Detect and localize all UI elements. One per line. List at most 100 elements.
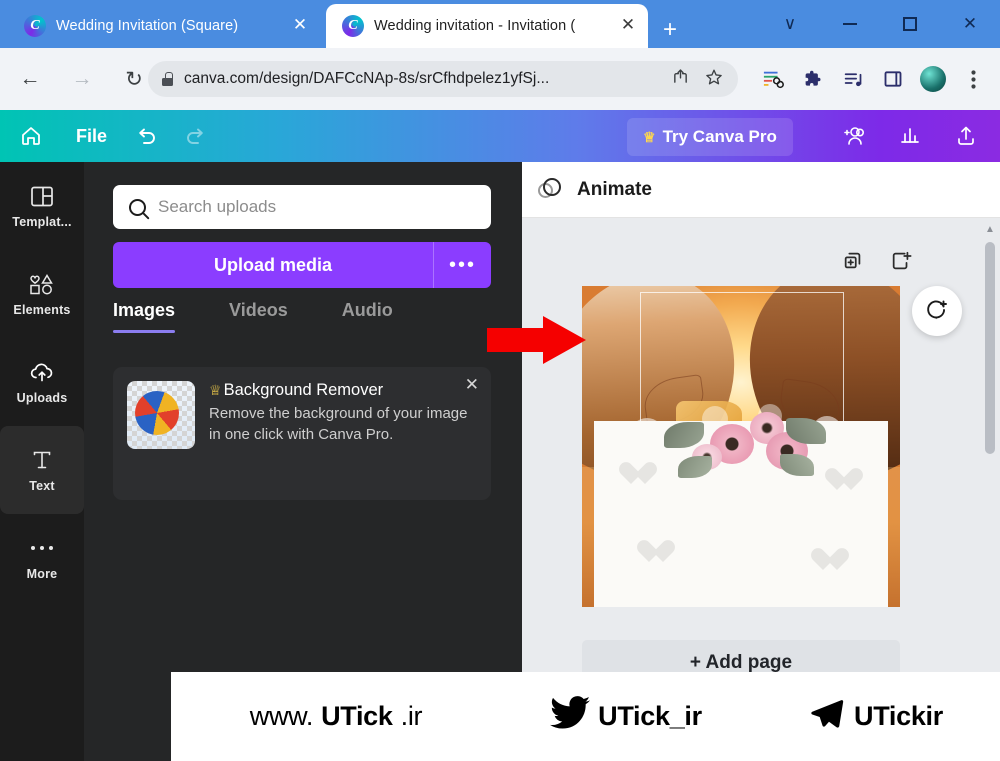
templates-icon bbox=[30, 183, 54, 209]
promo-title: Background Remover bbox=[223, 381, 384, 399]
home-icon[interactable] bbox=[0, 110, 62, 162]
insights-chart-icon[interactable] bbox=[882, 110, 938, 162]
uploads-tabs: Images Videos Audio bbox=[113, 300, 491, 344]
close-icon[interactable]: ✕ bbox=[465, 375, 479, 395]
publish-upload-icon[interactable] bbox=[938, 110, 994, 162]
watermark-telegram: UTickir bbox=[751, 696, 1000, 737]
add-collaborator-icon[interactable] bbox=[826, 110, 882, 162]
sidebar-item-label: More bbox=[26, 567, 58, 581]
floral-bouquet-graphic bbox=[658, 410, 828, 492]
scroll-up-icon[interactable]: ▲ bbox=[984, 224, 996, 235]
sidebar-item-label: Elements bbox=[13, 303, 71, 317]
close-icon[interactable]: ✕ bbox=[290, 16, 310, 36]
tab-images[interactable]: Images bbox=[113, 300, 176, 333]
browser-tab-2[interactable]: Wedding invitation - Invitation ( ✕ bbox=[326, 4, 648, 48]
sidebar-item-label: Text bbox=[29, 479, 55, 493]
beach-ball-transparent-thumbnail bbox=[127, 381, 195, 449]
tab-strip: Wedding Invitation (Square) ✕ Wedding in… bbox=[0, 0, 1000, 48]
tab-audio[interactable]: Audio bbox=[342, 300, 393, 333]
reading-list-icon[interactable] bbox=[754, 61, 792, 97]
animate-button[interactable]: Animate bbox=[577, 179, 652, 201]
watermark-twitter: UTick_ir bbox=[501, 696, 751, 737]
side-panel-icon[interactable] bbox=[874, 61, 912, 97]
canvas-scrollbar[interactable]: ▲ bbox=[984, 224, 996, 694]
text-t-icon bbox=[31, 447, 53, 473]
browser-tab-1[interactable]: Wedding Invitation (Square) ✕ bbox=[8, 4, 320, 48]
share-icon[interactable] bbox=[668, 68, 692, 90]
uploads-cloud-icon bbox=[29, 359, 55, 385]
background-remover-promo-card[interactable]: ♕ Background Remover Remove the backgrou… bbox=[113, 367, 491, 500]
search-icon bbox=[129, 198, 146, 216]
canva-favicon bbox=[24, 15, 46, 37]
animate-icon bbox=[538, 177, 564, 203]
watermark-bold: UTick_ir bbox=[598, 701, 702, 731]
promo-description: Remove the background of your image in o… bbox=[209, 405, 468, 444]
tab-title: Wedding invitation - Invitation ( bbox=[374, 18, 576, 34]
redo-icon[interactable] bbox=[171, 110, 221, 162]
upload-media-row: Upload media ••• bbox=[113, 242, 491, 288]
minimize-button[interactable] bbox=[820, 0, 880, 48]
sidebar-item-more[interactable]: More bbox=[0, 514, 84, 602]
upload-media-button[interactable]: Upload media bbox=[113, 242, 433, 288]
more-dots-icon bbox=[29, 535, 55, 561]
url-text: canva.com/design/DAFCcNAp-8s/srCfhdpelez… bbox=[184, 70, 550, 87]
browser-window: Wedding Invitation (Square) ✕ Wedding in… bbox=[0, 0, 1000, 761]
watermark-suffix: .ir bbox=[400, 701, 423, 731]
sidebar-item-templates[interactable]: Templat... bbox=[0, 162, 84, 250]
tab-title: Wedding Invitation (Square) bbox=[56, 18, 239, 34]
back-icon[interactable]: ← bbox=[8, 57, 52, 101]
canva-header: File ♕ Try Canva Pro bbox=[0, 110, 1000, 162]
sidebar-item-label: Uploads bbox=[16, 391, 68, 405]
star-icon[interactable] bbox=[702, 68, 726, 91]
sidebar-item-uploads[interactable]: Uploads bbox=[0, 338, 84, 426]
elements-icon bbox=[29, 271, 55, 297]
media-playlist-icon[interactable] bbox=[834, 61, 872, 97]
upload-more-options-button[interactable]: ••• bbox=[433, 242, 491, 288]
browser-toolbar: ← → ↻ canva.com/design/DAFCcNAp-8s/srCfh… bbox=[0, 48, 1000, 110]
profile-avatar[interactable] bbox=[914, 61, 952, 97]
twitter-bird-icon bbox=[550, 696, 591, 737]
add-page-icon[interactable] bbox=[890, 250, 912, 272]
watermark-bold: UTickir bbox=[854, 701, 943, 731]
design-page-thumbnail[interactable]: Claide & Airine Invite you to celebrate … bbox=[582, 286, 900, 607]
crown-icon: ♕ bbox=[209, 382, 222, 398]
extension-icons bbox=[754, 61, 992, 97]
telegram-plane-icon bbox=[808, 696, 846, 737]
canva-favicon bbox=[342, 15, 364, 37]
watermark-prefix: www. bbox=[249, 701, 314, 731]
lock-icon bbox=[162, 72, 174, 86]
canva-header-actions bbox=[826, 110, 994, 162]
extensions-puzzle-icon[interactable] bbox=[794, 61, 832, 97]
scrollbar-thumb[interactable] bbox=[985, 242, 995, 454]
close-icon[interactable]: ✕ bbox=[618, 16, 638, 36]
red-pointer-arrow bbox=[487, 314, 587, 366]
add-comment-button[interactable] bbox=[912, 286, 962, 336]
search-uploads-box[interactable] bbox=[113, 185, 491, 229]
sidebar-item-label: Templat... bbox=[12, 215, 72, 229]
maximize-button[interactable] bbox=[880, 0, 940, 48]
crown-icon: ♕ bbox=[643, 128, 656, 145]
file-menu-button[interactable]: File bbox=[62, 110, 121, 162]
chrome-menu-icon[interactable] bbox=[954, 61, 992, 97]
new-tab-button[interactable]: + bbox=[656, 18, 684, 46]
editor-side-rail: Templat... Elements Uploads Text More bbox=[0, 162, 84, 761]
tab-search-chevron-down-icon[interactable]: ∨ bbox=[760, 0, 820, 48]
watermark-website: www. UTick .ir bbox=[171, 701, 501, 732]
animate-toolbar: Animate bbox=[522, 162, 1000, 218]
close-window-button[interactable]: ✕ bbox=[940, 0, 1000, 48]
search-input[interactable] bbox=[158, 197, 475, 217]
promo-title-row: ♕ Background Remover bbox=[209, 381, 477, 400]
address-bar[interactable]: canva.com/design/DAFCcNAp-8s/srCfhdpelez… bbox=[148, 61, 738, 97]
sidebar-item-text[interactable]: Text bbox=[0, 426, 84, 514]
window-controls: ∨ ✕ bbox=[760, 0, 1000, 48]
try-pro-label: Try Canva Pro bbox=[662, 127, 777, 146]
duplicate-page-icon[interactable] bbox=[842, 250, 864, 272]
tab-videos[interactable]: Videos bbox=[229, 300, 288, 333]
watermark-bold: UTick bbox=[321, 701, 393, 731]
forward-icon[interactable]: → bbox=[60, 57, 104, 101]
undo-icon[interactable] bbox=[121, 110, 171, 162]
page-tools bbox=[842, 250, 912, 272]
watermark-band: www. UTick .ir UTick_ir UTickir bbox=[171, 672, 1000, 761]
sidebar-item-elements[interactable]: Elements bbox=[0, 250, 84, 338]
try-canva-pro-button[interactable]: ♕ Try Canva Pro bbox=[627, 118, 793, 156]
